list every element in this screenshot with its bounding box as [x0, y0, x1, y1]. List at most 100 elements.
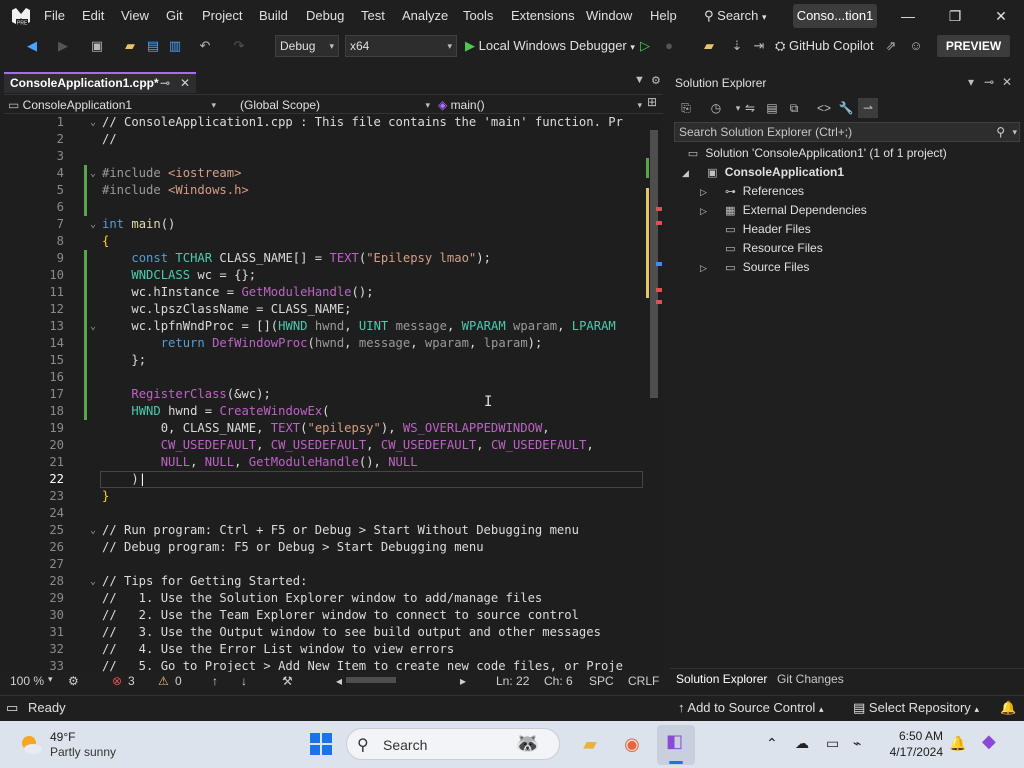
ai-assist-icon[interactable]: ⚙	[68, 674, 79, 688]
tab-consoleapplication1-cpp[interactable]: ConsoleApplication1.cpp* ⊸ ✕	[4, 72, 196, 93]
weather-widget[interactable]	[18, 732, 44, 758]
menu-build[interactable]: Build	[259, 8, 288, 23]
menu-project[interactable]: Project	[202, 8, 242, 23]
sync-icon[interactable]: ⇋	[740, 98, 760, 118]
back-icon[interactable]: ◀	[23, 37, 41, 55]
tree-solution[interactable]: ▭ Solution 'ConsoleApplication1' (1 of 1…	[684, 144, 947, 163]
menu-help[interactable]: Help	[650, 8, 677, 23]
show-hidden-icons-chevron-icon[interactable]: ⌃	[766, 735, 778, 752]
cloud-sync-icon[interactable]: ☁	[795, 735, 809, 752]
maximize-icon[interactable]: ❐	[945, 6, 965, 26]
properties-wrench-icon[interactable]: 🔧	[836, 98, 856, 118]
menu-analyze[interactable]: Analyze	[402, 8, 448, 23]
horizontal-scroll-thumb[interactable]	[346, 677, 396, 683]
column-indicator[interactable]: Ch: 6	[544, 674, 573, 688]
switch-views-icon[interactable]: ⎘	[676, 98, 696, 118]
tab-solution-explorer[interactable]: Solution Explorer	[676, 672, 767, 686]
scroll-left-icon[interactable]: ◂	[336, 674, 342, 688]
collapse-all-icon[interactable]: ▤	[762, 98, 782, 118]
start-without-debugging-icon[interactable]: ▷	[636, 37, 654, 55]
brush-icon[interactable]: ⚒	[282, 674, 293, 688]
show-all-files-icon[interactable]: ⧉	[784, 98, 804, 118]
weather-temperature[interactable]: 49°F	[50, 730, 75, 744]
tab-list-dropdown-icon[interactable]: ▼	[634, 74, 645, 86]
pin-icon[interactable]: ⊸	[160, 74, 170, 92]
menu-view[interactable]: View	[121, 8, 149, 23]
history-icon[interactable]: ◷	[706, 98, 726, 118]
tree-resource-files[interactable]: ▭ Resource Files	[700, 239, 823, 258]
close-icon[interactable]: ✕	[991, 6, 1011, 26]
previous-issue-icon[interactable]: ↑	[212, 674, 218, 688]
forward-icon[interactable]: ▶	[54, 37, 72, 55]
collapse-icon[interactable]: ⌄	[90, 573, 100, 590]
chevron-down-icon[interactable]: ▾	[48, 674, 53, 685]
menu-git[interactable]: Git	[166, 8, 183, 23]
solution-platform-dropdown[interactable]: x64 ▾	[345, 35, 457, 57]
taskbar-visual-studio-preview[interactable]: ◧	[657, 725, 695, 765]
weather-description[interactable]: Partly sunny	[50, 745, 116, 759]
code-editor[interactable]: 1 2 3 4 5 6 7 8 9 10 11 12 13 14 15 16 17 18 19 20 21 22 23 24 2…	[0, 114, 645, 674]
collapse-icon[interactable]: ⌄	[90, 216, 100, 233]
save-all-icon[interactable]: ▥	[166, 37, 184, 55]
save-icon[interactable]: ▤	[144, 37, 162, 55]
scroll-right-icon[interactable]: ▸	[460, 674, 466, 688]
solution-search-input[interactable]: Search Solution Explorer (Ctrl+;) ⚲ ▾	[674, 122, 1020, 142]
preview-badge[interactable]: PREVIEW	[937, 35, 1010, 57]
open-folder-icon[interactable]: ▰	[121, 37, 139, 55]
next-issue-icon[interactable]: ↓	[241, 674, 247, 688]
settings-gear-icon[interactable]: ⚙	[651, 74, 661, 87]
solution-configuration-dropdown[interactable]: Debug ▾	[275, 35, 339, 57]
collapse-icon[interactable]: ⌄	[90, 522, 100, 539]
menu-edit[interactable]: Edit	[82, 8, 104, 23]
code-view-icon[interactable]: <>	[814, 98, 834, 118]
chevron-down-icon[interactable]: ▾	[1012, 123, 1017, 141]
start-debugging-button[interactable]: ▶ Local Windows Debugger ▾	[465, 38, 635, 54]
menu-test[interactable]: Test	[361, 8, 385, 23]
start-button[interactable]	[309, 732, 333, 756]
collapsed-chevron-icon[interactable]: ▷	[700, 202, 718, 221]
taskbar-search-box[interactable]: ⚲ Search 🦝	[346, 728, 560, 760]
clock-time[interactable]: 6:50 AM	[885, 729, 943, 743]
search-button[interactable]: ⚲ Search ▾	[704, 8, 767, 24]
display-icon[interactable]: ▭	[826, 735, 839, 752]
collapsed-chevron-icon[interactable]: ▷	[700, 183, 718, 202]
menu-window[interactable]: Window	[586, 8, 632, 23]
whitespace-indicator[interactable]: SPC	[589, 674, 614, 688]
firefox-icon[interactable]: ◉	[617, 729, 647, 759]
tree-header-files[interactable]: ▭ Header Files	[700, 220, 811, 239]
copilot-preview-icon[interactable]: ◆	[982, 731, 996, 752]
editor-vertical-scrollbar[interactable]	[645, 114, 663, 674]
window-position-icon[interactable]: ▾	[968, 75, 974, 89]
source-control-button[interactable]: ↑ Add to Source Control ▴	[678, 700, 823, 715]
collapse-icon[interactable]: ⌄	[90, 318, 100, 335]
undo-icon[interactable]: ↶	[196, 37, 214, 55]
tab-git-changes[interactable]: Git Changes	[777, 672, 844, 686]
error-count[interactable]: 3	[128, 674, 135, 688]
file-explorer-icon[interactable]: ▰	[575, 729, 605, 759]
tree-references[interactable]: ▷ ⊶ References	[700, 182, 804, 201]
warning-count[interactable]: 0	[175, 674, 182, 688]
folder-view-icon[interactable]: ▰	[700, 37, 718, 55]
step-over-icon[interactable]: ⇥	[750, 37, 768, 55]
notifications-bell-icon[interactable]: 🔔	[949, 735, 966, 752]
solution-name-chip[interactable]: Conso...tion1	[793, 4, 877, 28]
clock-date[interactable]: 4/17/2024	[885, 745, 943, 759]
github-copilot-button[interactable]: ⛭ GitHub Copilot	[775, 38, 874, 54]
collapsed-chevron-icon[interactable]: ▷	[700, 259, 718, 278]
feedback-icon[interactable]: ☺	[907, 37, 925, 55]
zoom-level[interactable]: 100 %	[10, 674, 44, 688]
split-icon[interactable]: ⊞	[647, 95, 657, 109]
menu-extensions[interactable]: Extensions	[511, 8, 575, 23]
collapse-icon[interactable]: ⌄	[90, 114, 100, 131]
preview-selected-icon[interactable]: ⇀	[858, 98, 878, 118]
new-project-icon[interactable]: ▣	[88, 37, 106, 55]
menu-debug[interactable]: Debug	[306, 8, 344, 23]
expanded-chevron-icon[interactable]: ◢	[682, 164, 700, 183]
collapse-icon[interactable]: ⌄	[90, 165, 100, 182]
scope-dropdown[interactable]: (Global Scope) ▾	[240, 96, 430, 114]
hot-reload-icon[interactable]: ●	[660, 37, 678, 55]
menu-file[interactable]: File	[44, 8, 65, 23]
tree-source-files[interactable]: ▷ ▭ Source Files	[700, 258, 809, 277]
tree-external-dependencies[interactable]: ▷ ▦ External Dependencies	[700, 201, 867, 220]
minimize-icon[interactable]: —	[898, 6, 918, 26]
